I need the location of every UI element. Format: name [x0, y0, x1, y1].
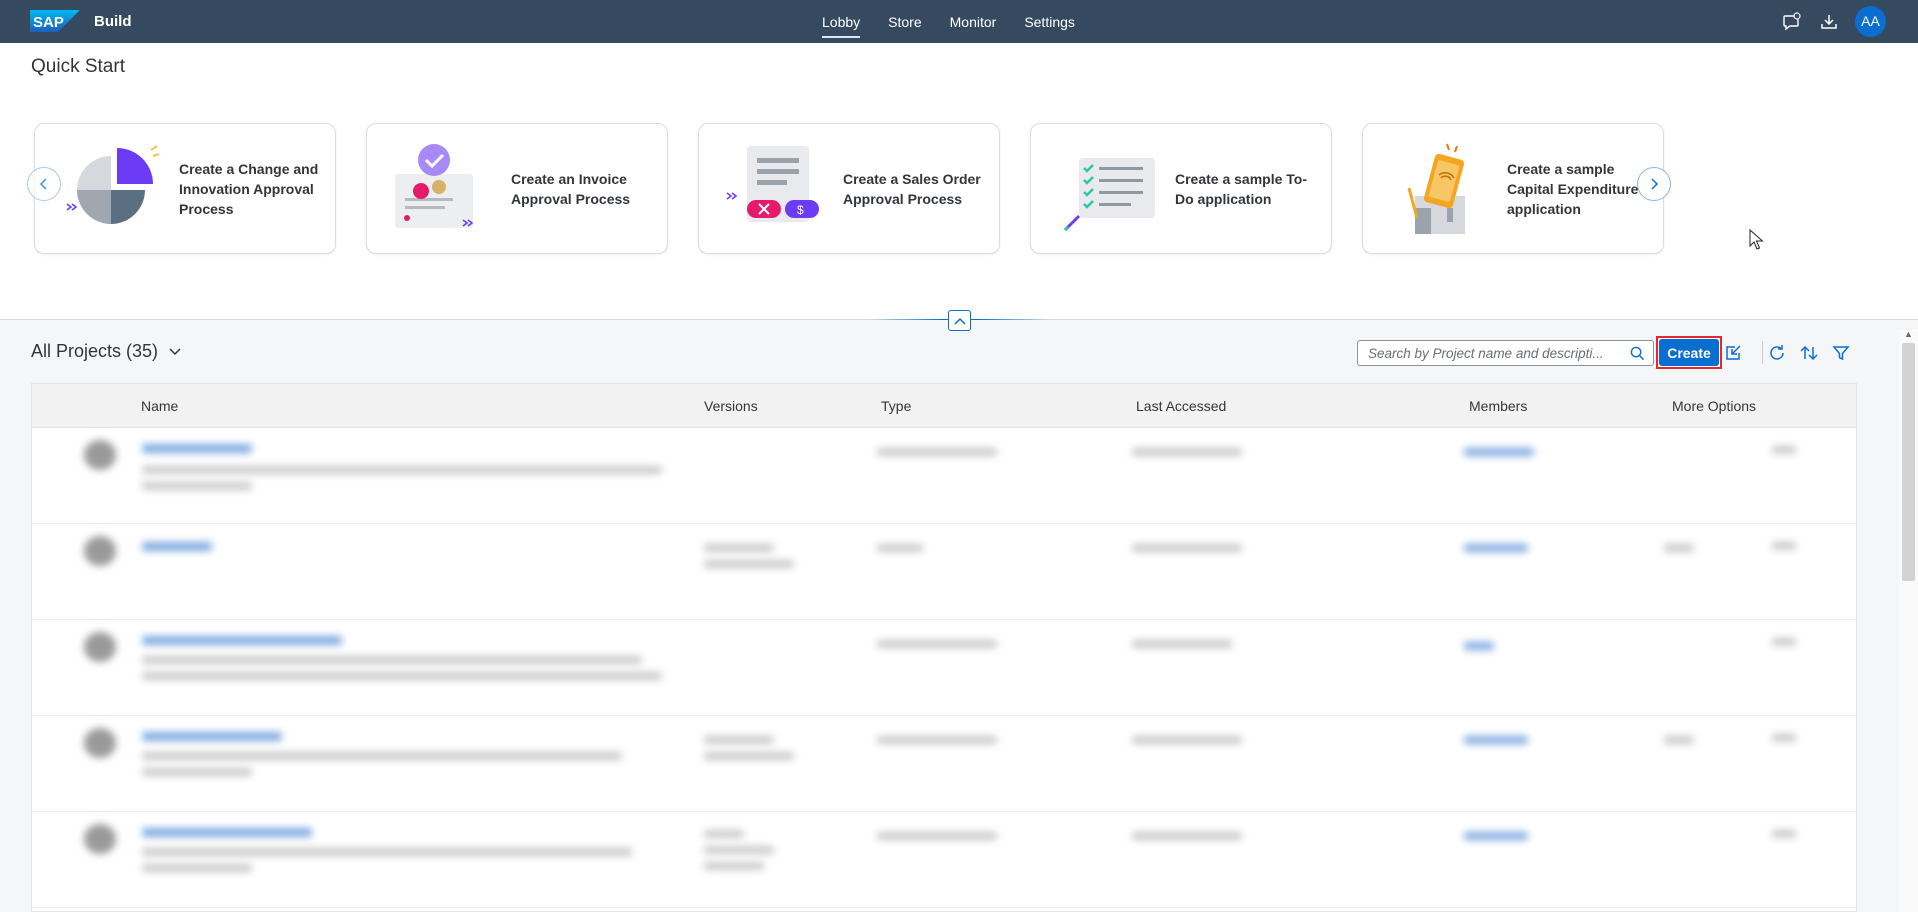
quick-start-section: Quick Start Create a Change and Innovati… [0, 43, 1918, 320]
nav-tab-store[interactable]: Store [874, 0, 935, 43]
project-search-field[interactable] [1357, 340, 1654, 366]
projects-table: Name Versions Type Last Accessed Members… [31, 383, 1857, 912]
quick-start-title: Quick Start [31, 56, 125, 77]
column-header-versions[interactable]: Versions [704, 398, 758, 414]
search-icon[interactable] [1630, 346, 1645, 361]
column-header-last-accessed[interactable]: Last Accessed [1136, 398, 1226, 414]
carousel-prev-button[interactable] [27, 167, 61, 201]
download-icon[interactable] [1819, 12, 1839, 32]
nav-tab-settings[interactable]: Settings [1010, 0, 1089, 43]
project-search-input[interactable] [1358, 341, 1620, 365]
invoice-illustration-icon [395, 144, 474, 228]
nav-tab-lobby[interactable]: Lobby [808, 0, 874, 43]
product-name: Build [94, 13, 132, 30]
quick-start-card-invoice-approval[interactable]: Create an Invoice Approval Process [366, 123, 668, 254]
vertical-scrollbar[interactable]: ▲ [1899, 329, 1918, 912]
table-row[interactable] [32, 812, 1856, 908]
pie-chart-illustration-icon [66, 145, 160, 224]
top-navigation: Lobby Store Monitor Settings [808, 0, 1089, 43]
quick-start-card-sales-order[interactable]: $ Create a Sales Order Approval Process [698, 123, 1000, 254]
svg-text:$: $ [797, 203, 804, 217]
checklist-illustration-icon [1063, 158, 1155, 232]
column-header-more-options[interactable]: More Options [1672, 398, 1756, 414]
refresh-icon[interactable] [1767, 343, 1787, 363]
svg-text:SAP: SAP [33, 14, 64, 31]
card-label: Create a sample To-Do application [1175, 170, 1308, 207]
import-icon[interactable] [1723, 343, 1743, 363]
feedback-icon[interactable] [1782, 12, 1802, 32]
quick-start-card-todo[interactable]: Create a sample To-Do application [1030, 123, 1332, 254]
nav-tab-monitor[interactable]: Monitor [936, 0, 1011, 43]
sales-order-illustration-icon: $ [726, 146, 819, 222]
table-row[interactable] [32, 716, 1856, 812]
card-label: Create a sample Capital Expenditure appl… [1507, 160, 1639, 217]
column-header-name[interactable]: Name [141, 398, 178, 414]
card-label: Create a Sales Order Approval Process [843, 170, 981, 207]
carousel-next-button[interactable] [1637, 167, 1671, 201]
mouse-cursor-icon [1749, 229, 1764, 250]
quick-start-card-change-innovation[interactable]: Create a Change and Innovation Approval … [34, 123, 336, 254]
user-avatar[interactable]: AA [1855, 6, 1886, 37]
column-header-type[interactable]: Type [881, 398, 911, 414]
filter-icon[interactable] [1831, 343, 1851, 363]
shell-bar: SAP Build Lobby Store Monitor Settings A… [0, 0, 1918, 43]
card-label: Create a Change and Innovation Approval … [179, 160, 319, 217]
table-row[interactable] [32, 428, 1856, 524]
collapse-quick-start-button[interactable] [948, 310, 971, 331]
table-header: Name Versions Type Last Accessed Members… [32, 384, 1856, 428]
table-row[interactable] [32, 524, 1856, 620]
sort-icon[interactable] [1799, 343, 1819, 363]
capital-expenditure-illustration-icon [1407, 143, 1465, 234]
card-label: Create an Invoice Approval Process [511, 170, 631, 207]
column-header-members[interactable]: Members [1469, 398, 1527, 414]
all-projects-selector[interactable]: All Projects (35) [31, 341, 182, 362]
scroll-up-arrow-icon[interactable]: ▲ [1904, 329, 1913, 339]
table-row[interactable] [32, 620, 1856, 716]
quick-start-card-capex[interactable]: Create a sample Capital Expenditure appl… [1362, 123, 1664, 254]
all-projects-title: All Projects (35) [31, 341, 159, 361]
scrollbar-thumb[interactable] [1902, 343, 1915, 581]
chevron-left-icon [39, 178, 47, 190]
toolbar-separator [1762, 341, 1763, 364]
chevron-down-icon [169, 347, 181, 355]
chevron-up-icon [953, 317, 966, 325]
sap-logo[interactable]: SAP [30, 10, 80, 32]
chevron-right-icon [1651, 178, 1659, 190]
create-project-button[interactable]: Create [1659, 339, 1719, 366]
